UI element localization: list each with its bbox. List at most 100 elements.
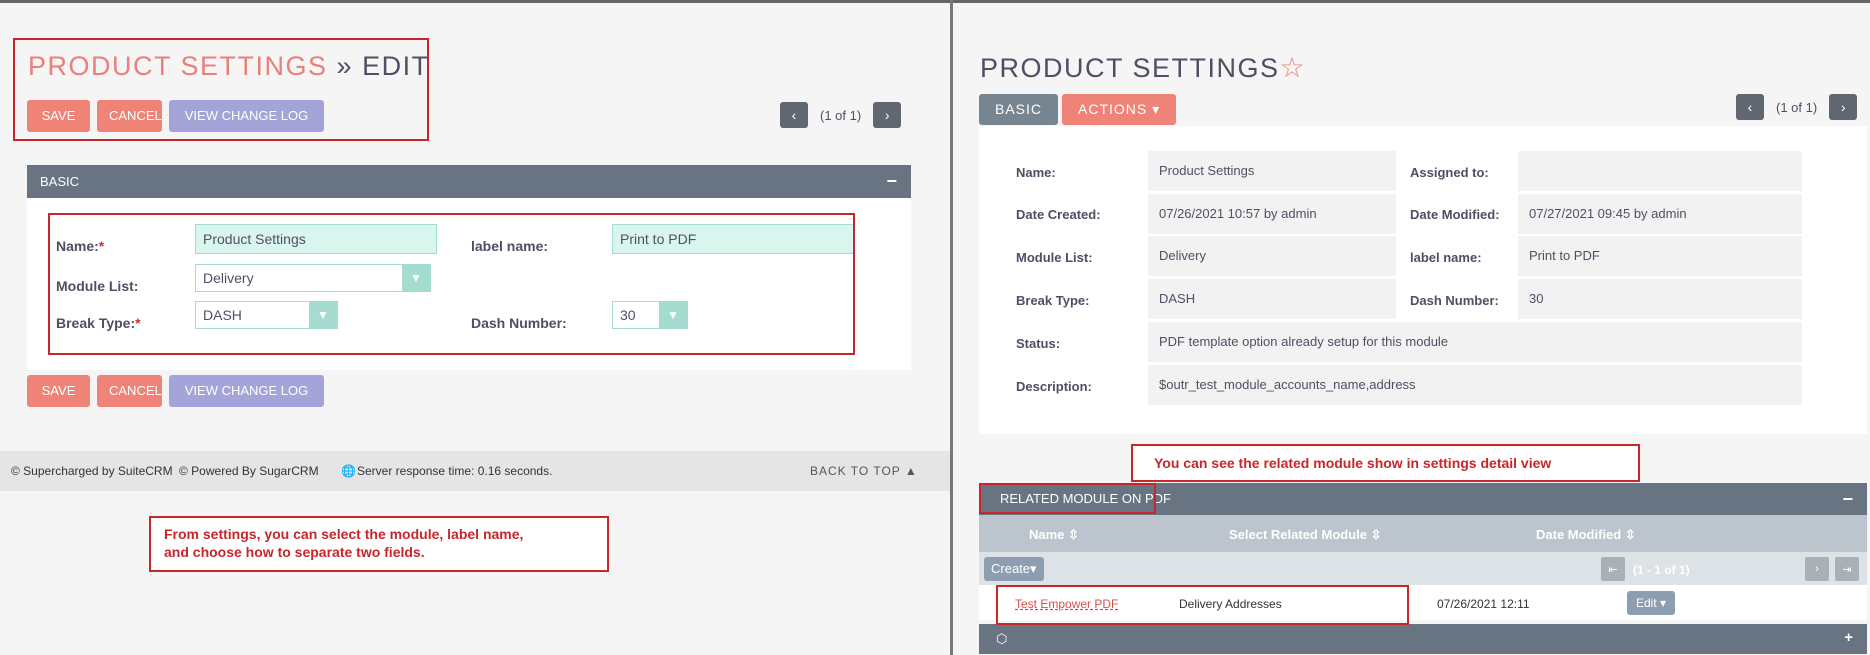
- date-created-value: 07/26/2021 10:57 by admin: [1148, 194, 1396, 234]
- break-type-select[interactable]: DASH ▼: [195, 301, 338, 329]
- dash-number-label: Dash Number:: [471, 315, 567, 331]
- subpanel-count: (1 - 1 of 1): [1633, 563, 1690, 577]
- edit-toolbar-top: SAVE CANCEL VIEW CHANGE LOG: [27, 100, 324, 132]
- title-action: EDIT: [362, 51, 430, 81]
- actions-menu-button[interactable]: ACTIONS ▾: [1062, 94, 1177, 125]
- date-created-label: Date Created:: [1016, 207, 1101, 222]
- row-edit-button[interactable]: Edit ▾: [1627, 591, 1676, 615]
- break-type-value: DASH: [203, 307, 242, 323]
- required-mark: *: [98, 238, 105, 254]
- name-label: Name:: [1016, 165, 1056, 180]
- record-pager: ‹ (1 of 1) ›: [780, 102, 902, 128]
- edit-toolbar-bottom: SAVE CANCEL VIEW CHANGE LOG: [27, 375, 324, 407]
- name-label: Name:*: [56, 238, 104, 254]
- tab-basic[interactable]: BASIC: [979, 94, 1059, 125]
- basic-panel: BASIC − Name:* Product Settings label na…: [27, 165, 911, 370]
- related-record-link[interactable]: Test Empower PDF: [1015, 597, 1118, 611]
- view-change-log-button[interactable]: VIEW CHANGE LOG: [169, 100, 324, 132]
- name-value: Product Settings: [1148, 151, 1396, 191]
- module-list-label: Module List:: [1016, 250, 1093, 265]
- detail-view-pane: PRODUCT SETTINGS☆ BASIC ACTIONS ▾ ‹ (1 o…: [953, 0, 1870, 655]
- assigned-to-label: Assigned to:: [1410, 165, 1489, 180]
- edit-view-pane: PRODUCT SETTINGS » EDIT SAVE CANCEL VIEW…: [0, 0, 950, 655]
- module-list-value: Delivery: [1148, 236, 1396, 276]
- cancel-button[interactable]: CANCEL: [97, 100, 162, 132]
- chevron-down-icon: ▼: [309, 302, 337, 328]
- back-to-top-link[interactable]: BACK TO TOP ▲: [810, 464, 918, 478]
- date-modified-value: 07/27/2021 09:45 by admin: [1518, 194, 1802, 234]
- required-mark: *: [135, 315, 141, 331]
- break-type-value: DASH: [1148, 279, 1396, 319]
- pager-text: (1 of 1): [820, 107, 862, 123]
- cube-icon: ⬡: [996, 631, 1008, 646]
- column-header-name[interactable]: Name ⇳: [1029, 527, 1079, 543]
- prev-record-button[interactable]: ‹: [1736, 94, 1764, 120]
- detail-fields-panel: Name: Product Settings Assigned to: Date…: [979, 126, 1867, 434]
- dash-number-value: 30: [620, 307, 636, 323]
- date-modified-label: Date Modified:: [1410, 207, 1500, 222]
- next-record-button[interactable]: ›: [873, 102, 902, 128]
- page-title: PRODUCT SETTINGS » EDIT: [28, 51, 430, 82]
- create-button[interactable]: Create▾: [984, 557, 1044, 581]
- page-footer: © Supercharged by SuiteCRM © Powered By …: [0, 451, 950, 491]
- table-row: Test Empower PDF Delivery Addresses 07/2…: [979, 585, 1867, 620]
- detail-title-text: PRODUCT SETTINGS: [980, 53, 1280, 83]
- basic-panel-header[interactable]: BASIC −: [27, 165, 911, 198]
- annotation-line-1: From settings, you can select the module…: [164, 526, 524, 542]
- name-label-text: Name:: [56, 238, 99, 254]
- cancel-button[interactable]: CANCEL: [97, 375, 162, 407]
- pager-text: (1 of 1): [1776, 99, 1818, 115]
- detail-record-pager: ‹ (1 of 1) ›: [1736, 94, 1858, 120]
- annotation-note-left: From settings, you can select the module…: [149, 516, 609, 572]
- collapse-panel-button[interactable]: −: [886, 165, 897, 198]
- subpanel-title: RELATED MODULE ON PDF: [1000, 491, 1171, 506]
- label-name-label: label name:: [471, 238, 549, 254]
- footer-sugarcrm-link[interactable]: © Powered By SugarCRM: [179, 464, 319, 478]
- view-change-log-button[interactable]: VIEW CHANGE LOG: [169, 375, 324, 407]
- subpanel-header-2[interactable]: ⬡ +: [979, 624, 1867, 654]
- save-button[interactable]: SAVE: [27, 375, 90, 407]
- status-value: PDF template option already setup for th…: [1148, 322, 1802, 362]
- save-button[interactable]: SAVE: [27, 100, 90, 132]
- status-label: Status:: [1016, 336, 1061, 351]
- basic-panel-title: BASIC: [40, 174, 80, 189]
- break-type-label: Break Type:: [1016, 293, 1090, 308]
- description-label: Description:: [1016, 379, 1092, 394]
- label-name-input[interactable]: Print to PDF: [612, 224, 854, 254]
- next-page-button[interactable]: ›: [1805, 557, 1829, 581]
- module-list-value: Delivery: [203, 270, 254, 286]
- chevron-down-icon: ▼: [402, 265, 430, 291]
- dash-number-value: 30: [1518, 279, 1802, 319]
- subpanel-header[interactable]: RELATED MODULE ON PDF −: [979, 483, 1867, 515]
- chevron-down-icon: ▼: [659, 302, 687, 328]
- globe-icon: 🌐: [341, 464, 356, 478]
- footer-suitecrm-link[interactable]: © Supercharged by SuiteCRM: [11, 464, 173, 478]
- annotation-line-2: and choose how to separate two fields.: [164, 544, 425, 560]
- break-type-label: Break Type:*: [56, 315, 141, 331]
- module-list-label: Module List:: [56, 278, 139, 294]
- first-page-button[interactable]: ⇤: [1601, 557, 1625, 581]
- label-name-label: label name:: [1410, 250, 1482, 265]
- collapse-subpanel-button[interactable]: −: [1842, 483, 1853, 515]
- related-module-cell: Delivery Addresses: [1179, 597, 1282, 611]
- column-header-date-modified[interactable]: Date Modified ⇳: [1536, 527, 1636, 543]
- break-type-label-text: Break Type:: [56, 315, 136, 331]
- favorite-star-icon[interactable]: ☆: [1280, 52, 1305, 83]
- dash-number-select[interactable]: 30 ▼: [612, 301, 688, 329]
- expand-subpanel-button[interactable]: +: [1844, 629, 1853, 646]
- prev-record-button[interactable]: ‹: [780, 102, 808, 128]
- dash-number-label: Dash Number:: [1410, 293, 1499, 308]
- title-module: PRODUCT SETTINGS: [28, 51, 328, 81]
- next-record-button[interactable]: ›: [1829, 94, 1858, 120]
- detail-tabs: BASIC ACTIONS ▾: [979, 94, 1177, 125]
- name-input[interactable]: Product Settings: [195, 224, 437, 254]
- assigned-to-value: [1518, 151, 1802, 191]
- column-header-related-module[interactable]: Select Related Module ⇳: [1229, 527, 1381, 543]
- last-page-button[interactable]: ⇥: [1835, 557, 1859, 581]
- server-response-time: Server response time: 0.16 seconds.: [357, 464, 553, 478]
- module-list-select[interactable]: Delivery ▼: [195, 264, 431, 292]
- annotation-note-right: You can see the related module show in s…: [1131, 444, 1640, 482]
- title-separator: »: [336, 51, 354, 81]
- detail-page-title: PRODUCT SETTINGS☆: [980, 51, 1305, 84]
- related-module-subpanel: RELATED MODULE ON PDF − Name ⇳ Select Re…: [979, 483, 1867, 655]
